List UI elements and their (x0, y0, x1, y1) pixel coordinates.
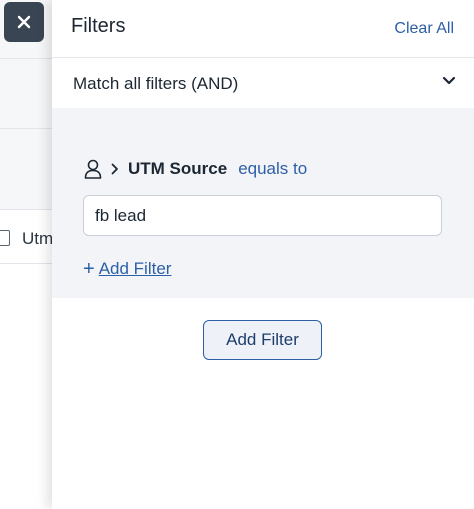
filter-condition: UTM Source equals to (84, 158, 307, 180)
background-page: Utm (0, 0, 60, 509)
add-filter-link[interactable]: + Add Filter (83, 259, 171, 279)
background-section (0, 128, 60, 210)
close-icon (17, 15, 31, 29)
row-text: Utm (22, 229, 54, 248)
panel-title: Filters (71, 15, 126, 37)
condition-operator[interactable]: equals to (238, 159, 307, 179)
condition-field[interactable]: UTM Source (128, 159, 227, 179)
plus-icon: + (83, 258, 95, 280)
filter-condition-box: UTM Source equals to + Add Filter (52, 108, 474, 298)
add-filter-button[interactable]: Add Filter (203, 320, 322, 360)
panel-header: Filters Clear All (52, 0, 474, 58)
background-section (0, 58, 60, 128)
close-button[interactable] (4, 2, 44, 42)
table-row: Utm (0, 212, 60, 264)
person-icon (84, 159, 102, 179)
match-mode-dropdown[interactable]: Match all filters (AND) (52, 58, 474, 108)
filters-panel: Filters Clear All Match all filters (AND… (52, 0, 474, 509)
match-mode-label: Match all filters (AND) (73, 74, 239, 93)
chevron-down-icon (442, 76, 456, 85)
add-filter-link-label: Add Filter (98, 259, 172, 278)
condition-value-input[interactable] (83, 195, 442, 236)
clear-all-button[interactable]: Clear All (394, 20, 454, 38)
chevron-right-icon (111, 163, 119, 175)
row-checkbox[interactable] (0, 230, 10, 246)
